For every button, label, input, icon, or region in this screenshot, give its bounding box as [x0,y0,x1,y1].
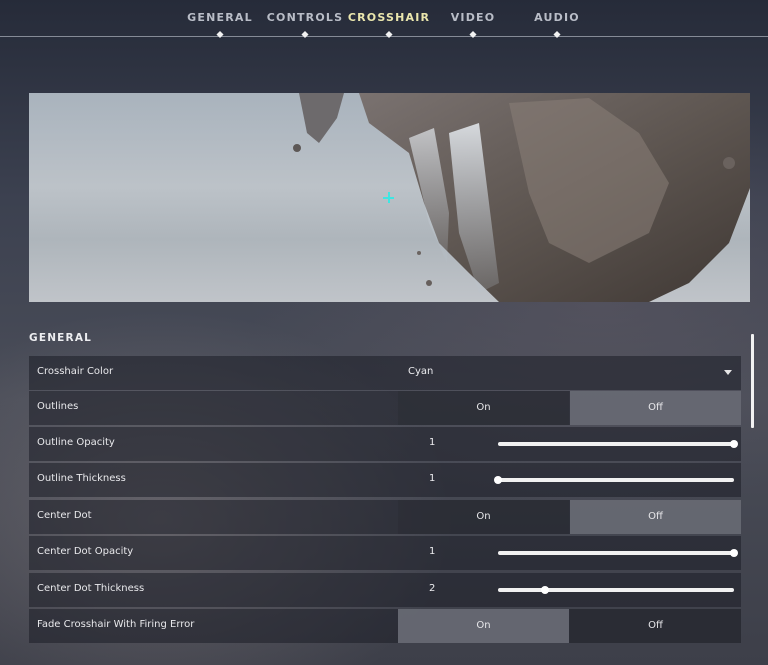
crosshair-icon [383,192,394,203]
center-dot-opacity-slider[interactable] [498,549,738,557]
setting-row-center-dot: Center Dot On Off [29,500,741,534]
fade-crosshair-toggle: On Off [398,609,741,643]
slider-value: 1 [429,473,436,484]
slider-handle[interactable] [494,476,502,484]
slider-track [498,478,734,482]
center-dot-off-button[interactable]: Off [570,500,741,534]
slider-track [498,551,734,555]
section-title: GENERAL [29,332,93,344]
slider-track [498,442,734,446]
slider-track [498,588,734,592]
setting-row-outline-thickness: Outline Thickness 1 [29,463,741,497]
outline-thickness-slider[interactable] [494,476,734,484]
center-dot-toggle: On Off [398,500,741,534]
slider-value: 1 [429,546,436,557]
slider-handle[interactable] [730,549,738,557]
outlines-toggle: On Off [398,391,741,425]
setting-row-crosshair-color: Crosshair Color Cyan [29,356,741,390]
dropdown-value: Cyan [408,366,434,377]
setting-row-center-dot-thickness: Center Dot Thickness 2 [29,573,741,607]
center-dot-thickness-slider[interactable] [498,586,734,594]
nav-divider [0,36,768,37]
slider-handle[interactable] [541,586,550,594]
setting-label: Outlines [37,401,79,412]
tab-audio[interactable]: AUDIO [534,11,580,24]
setting-label: Fade Crosshair With Firing Error [37,619,195,630]
setting-row-center-dot-opacity: Center Dot Opacity 1 [29,536,741,570]
crosshair-preview [29,93,750,302]
scrollbar[interactable] [751,334,754,428]
fade-crosshair-on-button[interactable]: On [398,609,569,643]
outline-opacity-slider[interactable] [498,440,738,448]
setting-label: Outline Thickness [37,473,126,484]
outlines-on-button[interactable]: On [398,391,569,425]
tab-general[interactable]: GENERAL [187,11,253,24]
setting-row-outlines: Outlines On Off [29,391,741,425]
slider-value: 1 [429,437,436,448]
tab-video[interactable]: VIDEO [451,11,496,24]
slider-value: 2 [429,583,436,594]
outlines-off-button[interactable]: Off [570,391,741,425]
tab-controls[interactable]: CONTROLS [267,11,344,24]
slider-handle[interactable] [730,440,738,448]
top-navigation: GENERAL CONTROLS CROSSHAIR VIDEO AUDIO [0,0,768,39]
setting-label: Center Dot [37,510,92,521]
setting-label: Center Dot Opacity [37,546,134,557]
chevron-down-icon [724,370,732,375]
setting-label: Outline Opacity [37,437,115,448]
center-dot-on-button[interactable]: On [398,500,569,534]
setting-label: Crosshair Color [37,366,114,377]
setting-label: Center Dot Thickness [37,583,145,594]
fade-crosshair-off-button[interactable]: Off [570,609,741,643]
setting-row-outline-opacity: Outline Opacity 1 [29,427,741,461]
setting-row-fade-crosshair: Fade Crosshair With Firing Error On Off [29,609,741,643]
crosshair-color-dropdown[interactable]: Cyan [398,356,741,390]
tab-crosshair[interactable]: CROSSHAIR [348,11,430,24]
